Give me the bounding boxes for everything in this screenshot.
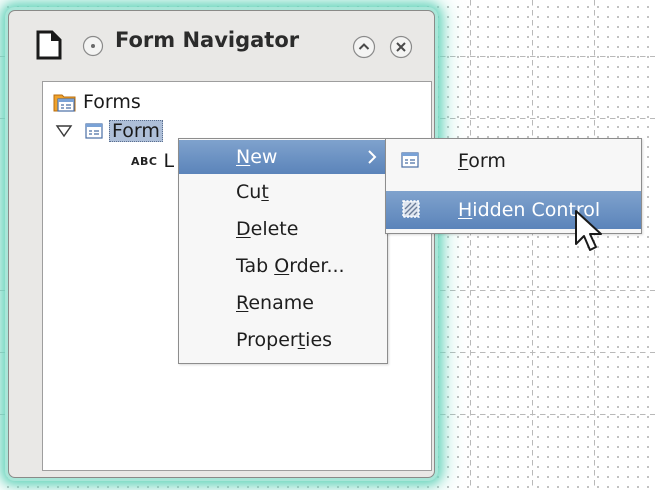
mouse-pointer-icon (575, 210, 602, 251)
tree-item-label: Forms (83, 91, 141, 113)
close-icon[interactable] (389, 35, 413, 59)
hidden-control-icon (402, 200, 420, 218)
tree-item-forms[interactable]: Forms (53, 90, 141, 114)
context-menu: New Cut Delete Tab Order... Rename Prope… (178, 138, 388, 364)
expanded-triangle-icon[interactable] (55, 124, 73, 138)
menu-item-properties[interactable]: Properties (179, 323, 387, 357)
submenu-arrow-icon (368, 150, 377, 164)
menu-item-delete[interactable]: Delete (179, 212, 387, 246)
tree-item-label: Form (109, 120, 163, 142)
menu-item-rename[interactable]: Rename (179, 286, 387, 320)
tree-item-control[interactable]: ABC L (131, 150, 174, 172)
menu-item-new[interactable]: New (179, 140, 387, 174)
form-icon (401, 152, 419, 168)
label-field-icon: ABC (131, 154, 158, 168)
forms-folder-icon (53, 94, 76, 112)
submenu-item-form[interactable]: Form (386, 142, 641, 180)
tree-item-label: L (163, 150, 175, 172)
shade-up-icon[interactable] (352, 35, 376, 59)
grid-line (532, 0, 533, 490)
tree-item-form[interactable]: Form (55, 120, 163, 142)
grid-line (470, 0, 471, 490)
form-icon (85, 123, 103, 139)
document-icon (36, 30, 62, 60)
window-title: Form Navigator (115, 28, 300, 52)
title-bar[interactable]: Form Navigator (9, 11, 434, 65)
window-menu-icon[interactable] (82, 35, 104, 57)
menu-item-cut[interactable]: Cut (179, 175, 387, 209)
menu-item-tab-order[interactable]: Tab Order... (179, 249, 387, 283)
